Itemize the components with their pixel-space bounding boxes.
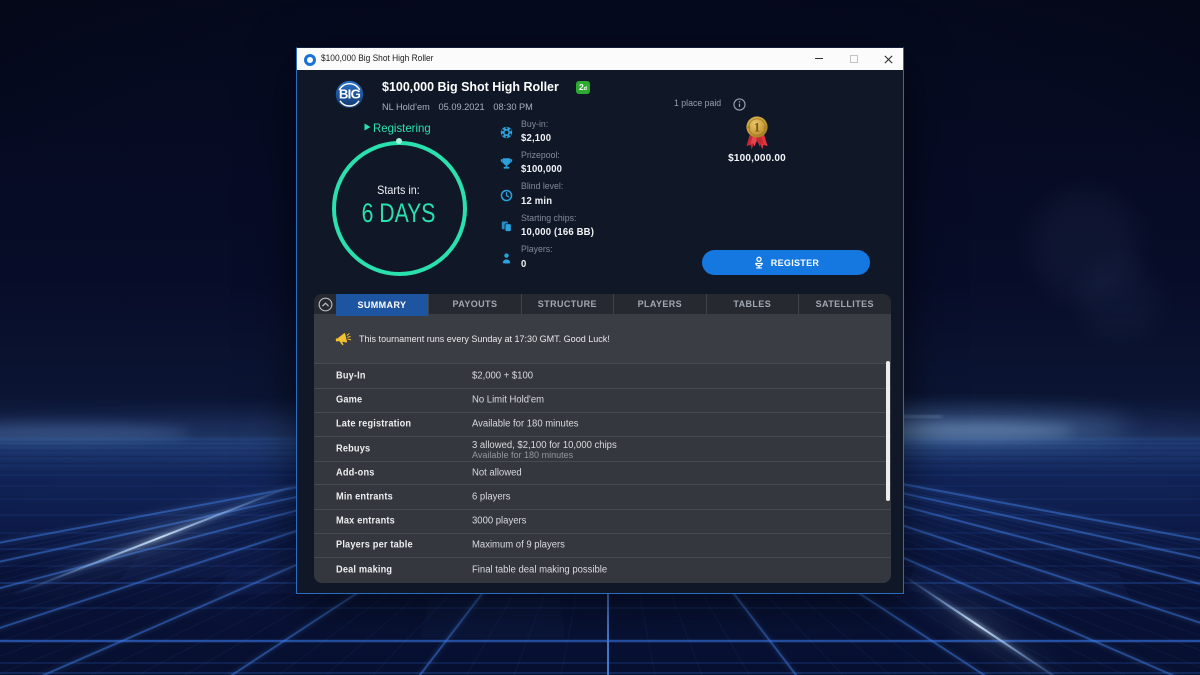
svg-text:BIG: BIG	[339, 87, 361, 102]
svg-text:1: 1	[753, 119, 760, 134]
